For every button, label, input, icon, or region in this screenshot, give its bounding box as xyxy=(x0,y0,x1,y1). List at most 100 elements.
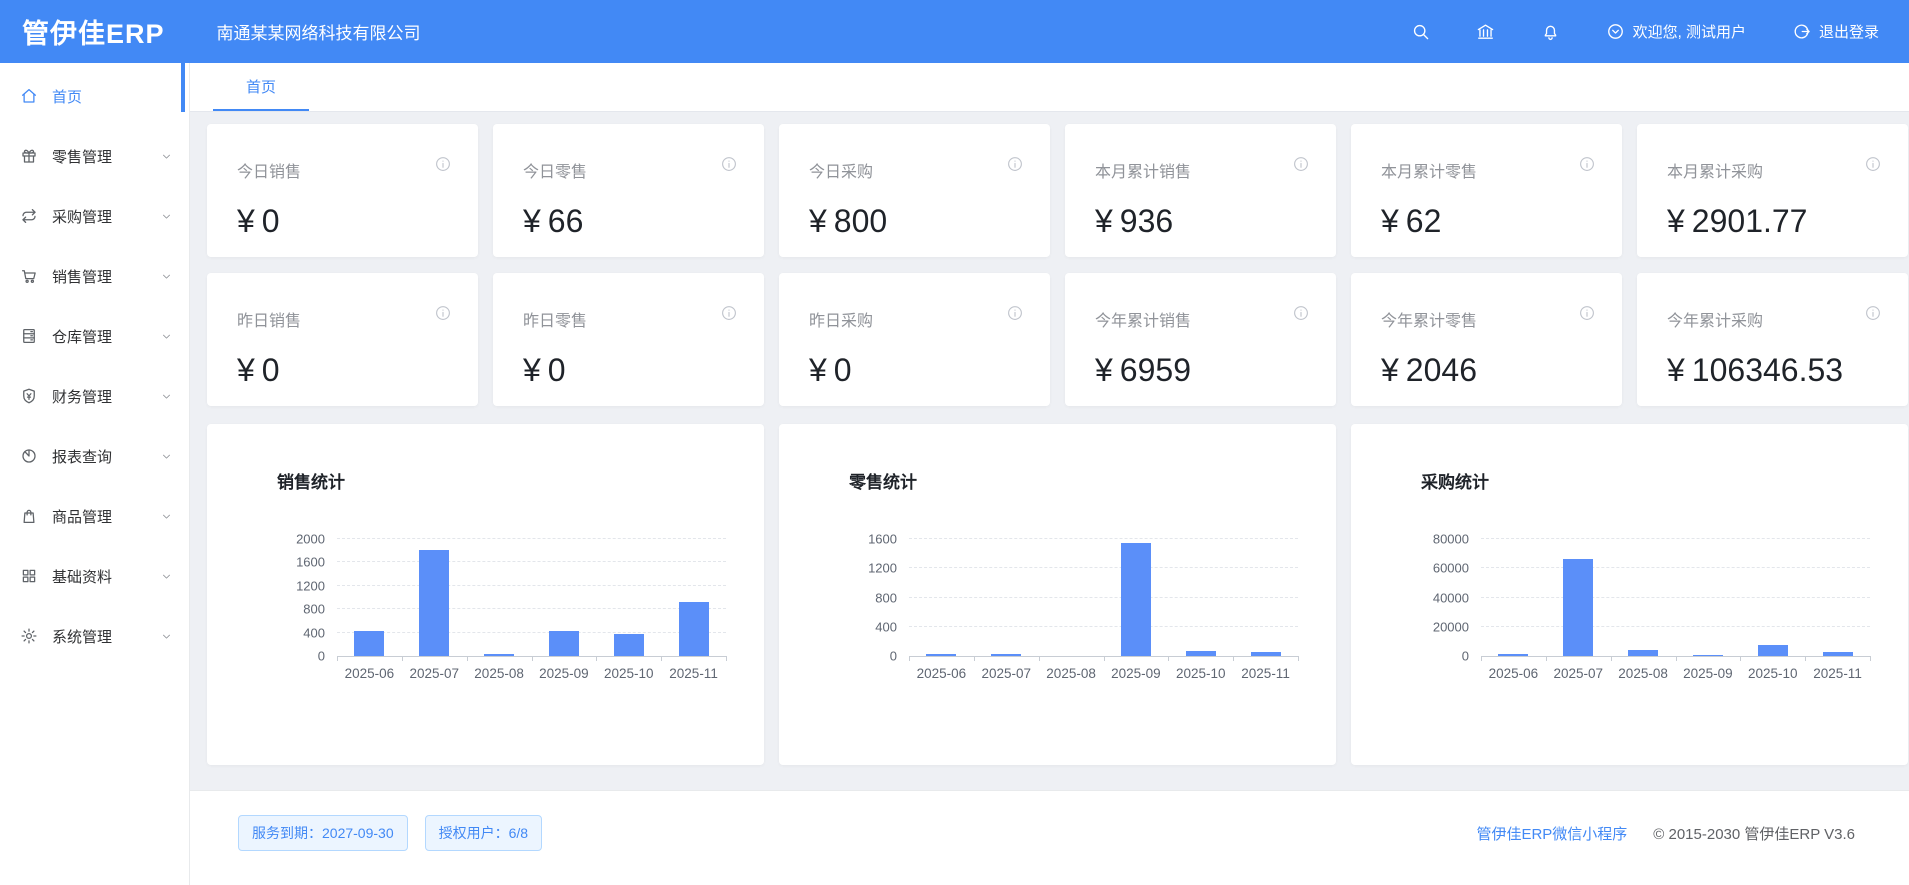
sidebar-item-purchase[interactable]: 采购管理 xyxy=(0,186,189,246)
search-icon xyxy=(1411,22,1430,41)
sidebar-item-sales[interactable]: 销售管理 xyxy=(0,246,189,306)
info-icon[interactable] xyxy=(1292,304,1310,322)
chart-body: 0400800120016002025-062025-072025-082025… xyxy=(909,539,1298,681)
axis-tick xyxy=(726,656,727,661)
bar-slot xyxy=(1103,539,1168,656)
bar-slot xyxy=(1546,539,1611,656)
info-icon[interactable] xyxy=(1578,304,1596,322)
axis-tick xyxy=(1676,656,1677,661)
info-icon[interactable] xyxy=(1006,155,1024,173)
y-axis-label: 800 xyxy=(303,602,325,617)
currency-symbol: ¥ xyxy=(523,352,541,389)
sidebar-item-warehouse[interactable]: 仓库管理 xyxy=(0,306,189,366)
currency-symbol: ¥ xyxy=(1667,352,1685,389)
axis-tick xyxy=(974,656,975,661)
bar-slot xyxy=(1805,539,1870,656)
sidebar-item-retail[interactable]: 零售管理 xyxy=(0,126,189,186)
bar xyxy=(549,631,579,656)
currency-symbol: ¥ xyxy=(523,203,541,240)
welcome-text: 欢迎您, 测试用户 xyxy=(1633,21,1746,42)
stat-label: 今年累计销售 xyxy=(1095,307,1310,331)
x-axis-label: 2025-10 xyxy=(1168,666,1233,681)
axis-tick xyxy=(337,656,338,661)
search-button[interactable] xyxy=(1411,22,1430,41)
sidebar: 首页零售管理采购管理销售管理仓库管理财务管理报表查询商品管理基础资料系统管理 xyxy=(0,63,190,885)
currency-symbol: ¥ xyxy=(1095,203,1113,240)
sidebar-item-products[interactable]: 商品管理 xyxy=(0,486,189,546)
footer-badge[interactable]: 服务到期：2027-09-30 xyxy=(238,815,408,851)
chevron-down-icon xyxy=(160,510,173,523)
stat-card: 本月累计零售¥62 xyxy=(1351,124,1622,257)
y-axis-label: 40000 xyxy=(1433,590,1469,605)
bar-slot xyxy=(1611,539,1676,656)
x-axis-label: 2025-08 xyxy=(1611,666,1676,681)
footer-badge[interactable]: 授权用户：6/8 xyxy=(425,815,542,851)
info-icon[interactable] xyxy=(1864,155,1882,173)
platform-button[interactable] xyxy=(1476,22,1495,41)
bar-slot xyxy=(661,539,726,656)
chart-body: 04008001200160020002025-062025-072025-08… xyxy=(337,539,726,681)
info-icon[interactable] xyxy=(434,155,452,173)
bar xyxy=(1693,655,1723,656)
repeat-icon xyxy=(20,207,38,225)
sidebar-item-finance[interactable]: 财务管理 xyxy=(0,366,189,426)
sidebar-item-label: 基础资料 xyxy=(52,566,112,587)
info-icon[interactable] xyxy=(1006,304,1024,322)
info-icon[interactable] xyxy=(720,155,738,173)
axis-tick xyxy=(402,656,403,661)
currency-symbol: ¥ xyxy=(237,352,255,389)
mini-program-link[interactable]: 管伊佳ERP微信小程序 xyxy=(1476,823,1627,844)
bar xyxy=(1251,652,1281,656)
x-axis-label: 2025-08 xyxy=(467,666,532,681)
bar xyxy=(1121,543,1151,656)
x-axis-label: 2025-11 xyxy=(661,666,726,681)
user-menu[interactable]: 欢迎您, 测试用户 xyxy=(1606,21,1746,42)
sidebar-item-home[interactable]: 首页 xyxy=(0,66,189,126)
bell-icon xyxy=(1541,22,1560,41)
bar xyxy=(1563,559,1593,656)
stat-value: ¥0 xyxy=(237,203,452,240)
stat-label: 昨日采购 xyxy=(809,307,1024,331)
bar xyxy=(1498,654,1528,656)
x-axis-label: 2025-10 xyxy=(1740,666,1805,681)
currency-symbol: ¥ xyxy=(1381,352,1399,389)
stat-amount: 6959 xyxy=(1120,352,1191,389)
info-icon[interactable] xyxy=(1578,155,1596,173)
axis-tick xyxy=(1740,656,1741,661)
stat-card: 本月累计销售¥936 xyxy=(1065,124,1336,257)
info-icon[interactable] xyxy=(434,304,452,322)
stat-amount: 62 xyxy=(1406,203,1442,240)
topbar-actions: 欢迎您, 测试用户 退出登录 xyxy=(1411,21,1879,42)
sidebar-item-system[interactable]: 系统管理 xyxy=(0,606,189,666)
stat-amount: 66 xyxy=(548,203,584,240)
bars xyxy=(909,539,1298,656)
bar xyxy=(354,631,384,656)
company-name: 南通某某网络科技有限公司 xyxy=(217,19,421,44)
sidebar-item-reports[interactable]: 报表查询 xyxy=(0,426,189,486)
notifications-button[interactable] xyxy=(1541,22,1560,41)
y-axis-label: 20000 xyxy=(1433,619,1469,634)
bar-slot xyxy=(467,539,532,656)
sidebar-item-base-data[interactable]: 基础资料 xyxy=(0,546,189,606)
bar xyxy=(1628,650,1658,656)
home-icon xyxy=(20,87,38,105)
info-icon[interactable] xyxy=(1292,155,1310,173)
x-axis-labels: 2025-062025-072025-082025-092025-102025-… xyxy=(337,666,726,681)
gear-icon xyxy=(20,627,38,645)
y-axis-label: 2000 xyxy=(296,532,325,547)
axis-tick xyxy=(1611,656,1612,661)
stat-value: ¥800 xyxy=(809,203,1024,240)
y-axis-label: 0 xyxy=(318,649,325,664)
stat-value: ¥936 xyxy=(1095,203,1310,240)
info-icon[interactable] xyxy=(1864,304,1882,322)
logout-button[interactable]: 退出登录 xyxy=(1792,21,1879,42)
tab-home[interactable]: 首页 xyxy=(213,63,309,111)
axis-tick xyxy=(1039,656,1040,661)
axis-tick xyxy=(661,656,662,661)
bar-slot xyxy=(337,539,402,656)
x-axis-label: 2025-06 xyxy=(909,666,974,681)
stat-value: ¥0 xyxy=(809,352,1024,389)
info-icon[interactable] xyxy=(720,304,738,322)
y-axis-label: 0 xyxy=(1462,649,1469,664)
axis-tick xyxy=(1298,656,1299,661)
